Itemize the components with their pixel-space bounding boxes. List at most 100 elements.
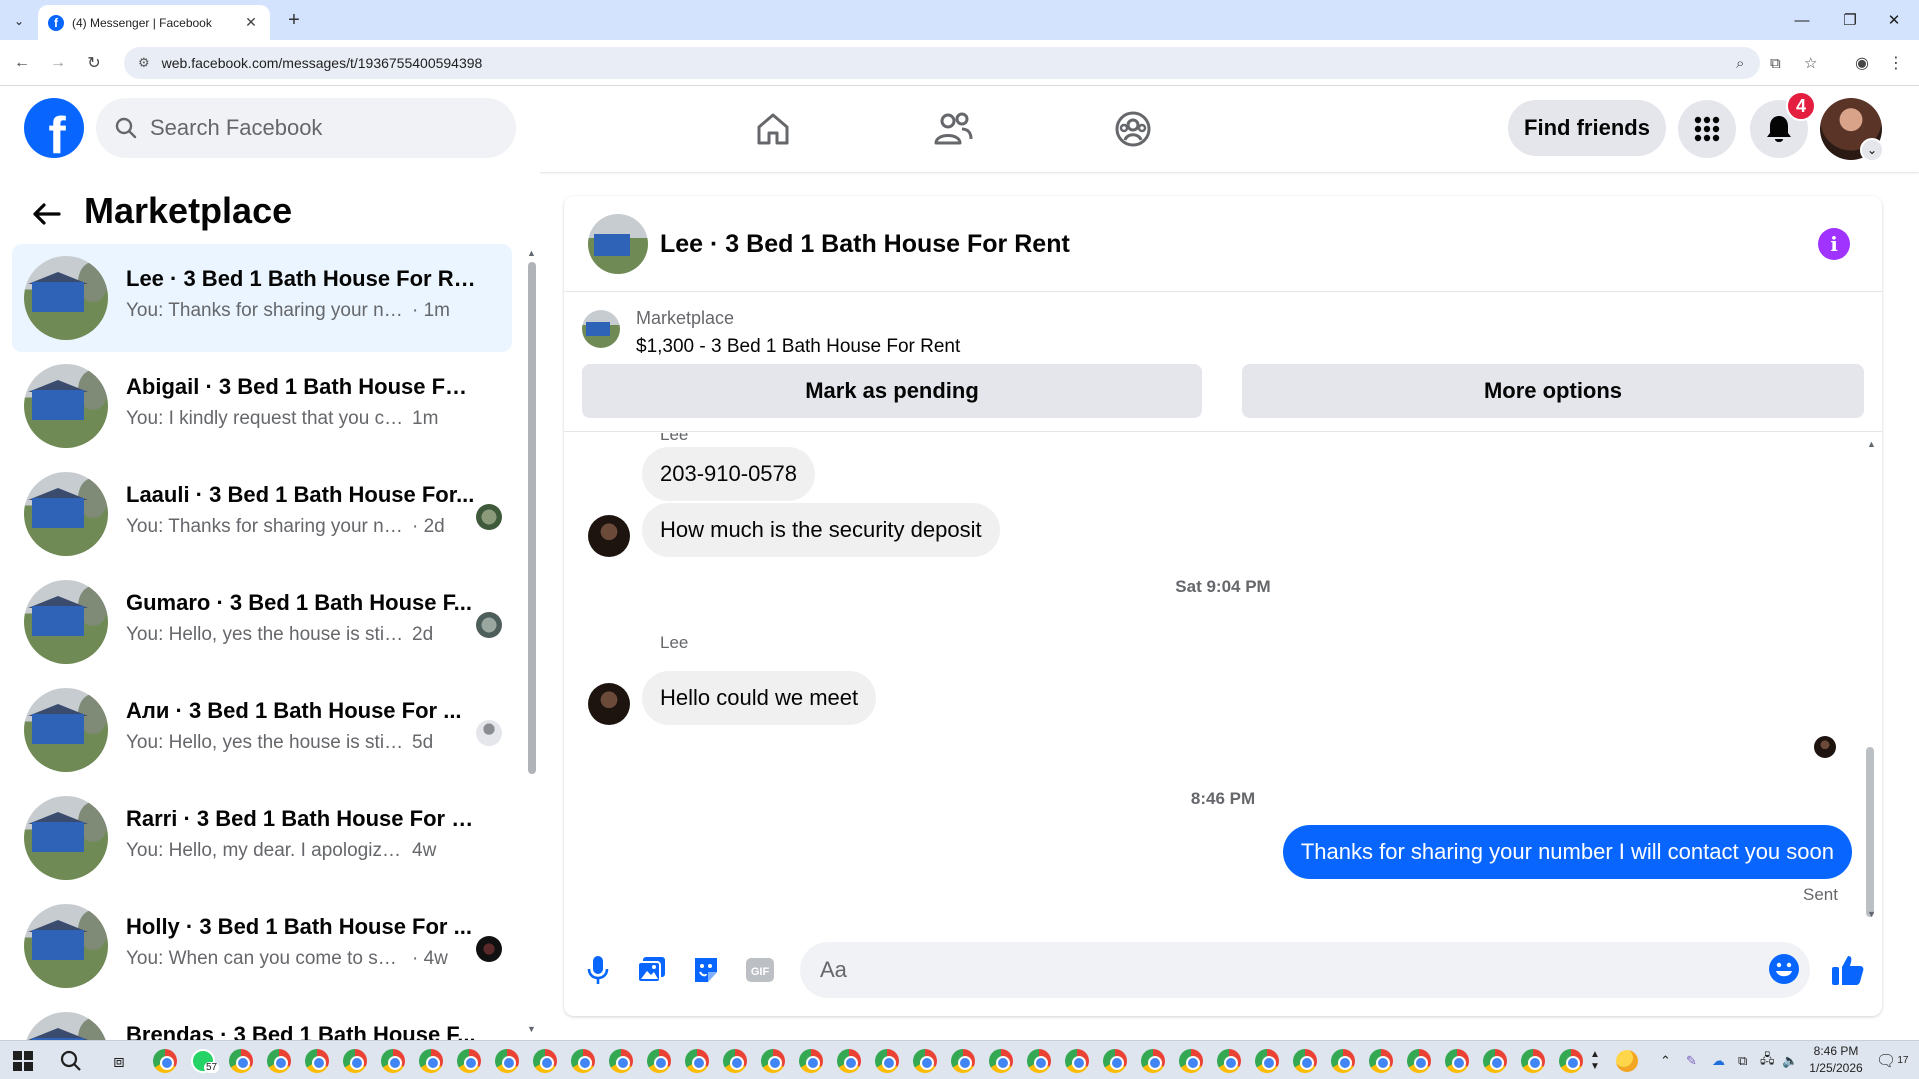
message-bubble[interactable]: Hello could we meet <box>642 671 877 725</box>
message-input-box[interactable] <box>800 942 1810 998</box>
photo-gallery-icon[interactable] <box>632 950 672 990</box>
volume-icon[interactable]: 🔈 <box>1782 1041 1798 1079</box>
chrome-icon[interactable] <box>228 1048 254 1074</box>
facebook-logo-icon[interactable]: f <box>24 98 84 158</box>
home-icon[interactable] <box>750 106 796 152</box>
chrome-icon[interactable] <box>1520 1048 1546 1074</box>
notification-center-icon[interactable]: 🗨 17 <box>1876 1041 1908 1079</box>
chrome-icon[interactable] <box>684 1048 710 1074</box>
window-close-icon[interactable]: ✕ <box>1874 8 1914 32</box>
reload-icon[interactable]: ↻ <box>82 51 106 75</box>
task-view-icon[interactable]: ⧈ <box>106 1048 132 1074</box>
account-chevron-down-icon[interactable]: ⌄ <box>1860 138 1884 162</box>
chrome-icon[interactable] <box>1254 1048 1280 1074</box>
chrome-icon[interactable] <box>836 1048 862 1074</box>
restore-icon[interactable]: ❐ <box>1830 8 1870 32</box>
pen-icon[interactable]: ✎ <box>1686 1041 1697 1079</box>
friends-icon[interactable] <box>930 106 976 152</box>
chrome-icon[interactable] <box>342 1048 368 1074</box>
tab-close-icon[interactable]: ✕ <box>242 14 260 31</box>
facebook-search-box[interactable] <box>96 98 516 158</box>
thumbs-up-icon[interactable] <box>1828 950 1868 990</box>
show-hidden-icons-icon[interactable]: ⌃ <box>1660 1041 1671 1079</box>
taskbar-clock[interactable]: 8:46 PM 1/25/2026 <box>1806 1043 1866 1077</box>
chat-scroll-down-icon[interactable]: ▼ <box>1867 909 1876 919</box>
chrome-icon[interactable] <box>1178 1048 1204 1074</box>
chrome-icon[interactable] <box>1216 1048 1242 1074</box>
find-friends-button[interactable]: Find friends <box>1508 100 1666 156</box>
bookmark-star-icon[interactable]: ☆ <box>1804 47 1817 79</box>
chrome-icon[interactable] <box>152 1048 178 1074</box>
scroll-up-icon[interactable]: ▲ <box>527 248 536 258</box>
chrome-icon[interactable] <box>1482 1048 1508 1074</box>
chrome-icon[interactable] <box>646 1048 672 1074</box>
forward-icon[interactable]: → <box>46 51 70 75</box>
message-bubble[interactable]: 203-910-0578 <box>642 447 816 501</box>
onedrive-cloud-icon[interactable]: ☁ <box>1712 1041 1725 1079</box>
chrome-icon[interactable] <box>912 1048 938 1074</box>
zoom-icon[interactable]: ⌕ <box>1736 47 1744 79</box>
chrome-icon[interactable] <box>1026 1048 1052 1074</box>
minimize-icon[interactable]: — <box>1782 8 1822 32</box>
conversation-item[interactable]: Laauli · 3 Bed 1 Bath House For... You: … <box>12 460 512 568</box>
chat-title[interactable]: Lee · 3 Bed 1 Bath House For Rent <box>660 230 1070 259</box>
chrome-icon[interactable] <box>532 1048 558 1074</box>
chrome-icon[interactable] <box>380 1048 406 1074</box>
chrome-icon[interactable] <box>798 1048 824 1074</box>
message-input[interactable] <box>820 957 1720 983</box>
chrome-icon[interactable] <box>494 1048 520 1074</box>
taskbar-overflow-chevron-icon[interactable]: ▲ ▼ <box>1590 1041 1600 1079</box>
scroll-down-icon[interactable]: ▼ <box>527 1024 536 1034</box>
browser-menu-icon[interactable]: ⋮ <box>1884 51 1908 75</box>
chat-scroll-up-icon[interactable]: ▲ <box>1867 439 1876 449</box>
gif-icon[interactable]: GIF <box>740 950 780 990</box>
weather-icon[interactable] <box>1614 1048 1640 1074</box>
device-icon[interactable]: ⧉ <box>1738 1041 1747 1079</box>
taskbar-search-icon[interactable] <box>58 1048 84 1074</box>
more-options-button[interactable]: More options <box>1242 364 1864 418</box>
chrome-icon[interactable] <box>1444 1048 1470 1074</box>
profile-icon[interactable]: ◉ <box>1850 51 1874 75</box>
chrome-icon[interactable] <box>950 1048 976 1074</box>
chrome-icon[interactable] <box>266 1048 292 1074</box>
browser-tab[interactable]: f (4) Messenger | Facebook ✕ <box>38 5 270 40</box>
conversation-item[interactable]: Gumaro · 3 Bed 1 Bath House F... You: He… <box>12 568 512 676</box>
listing-thumbnail[interactable] <box>582 310 620 348</box>
microphone-icon[interactable] <box>578 950 618 990</box>
sticker-icon[interactable] <box>686 950 726 990</box>
conversation-item[interactable]: Abigail · 3 Bed 1 Bath House For ... You… <box>12 352 512 460</box>
back-arrow-icon[interactable] <box>26 194 66 234</box>
chrome-icon[interactable] <box>456 1048 482 1074</box>
site-settings-icon[interactable]: ⚙ <box>138 55 150 71</box>
sender-avatar[interactable] <box>588 683 630 725</box>
back-icon[interactable]: ← <box>10 51 34 75</box>
chrome-icon[interactable] <box>760 1048 786 1074</box>
chat-listing-avatar[interactable] <box>588 214 648 274</box>
chrome-icon[interactable] <box>570 1048 596 1074</box>
groups-icon[interactable] <box>1110 106 1156 152</box>
chrome-icon[interactable] <box>722 1048 748 1074</box>
conversation-item[interactable]: Holly · 3 Bed 1 Bath House For ... You: … <box>12 892 512 1000</box>
search-input[interactable] <box>150 115 450 141</box>
install-app-icon[interactable]: ⧉ <box>1770 47 1781 79</box>
menu-grid-icon[interactable] <box>1678 100 1736 158</box>
mark-as-pending-button[interactable]: Mark as pending <box>582 364 1202 418</box>
network-icon[interactable]: 🖧 <box>1760 1041 1775 1079</box>
conversation-item[interactable]: Lee · 3 Bed 1 Bath House For Rent You: T… <box>12 244 512 352</box>
chrome-icon[interactable] <box>1292 1048 1318 1074</box>
chrome-icon[interactable] <box>1102 1048 1128 1074</box>
outgoing-message-bubble[interactable]: Thanks for sharing your number I will co… <box>1282 825 1852 879</box>
chat-scrollbar[interactable] <box>1866 747 1874 917</box>
conversation-item[interactable]: Brendas · 3 Bed 1 Bath House F... <box>12 1000 512 1040</box>
new-tab-plus-icon[interactable]: + <box>282 8 306 32</box>
chrome-icon[interactable] <box>608 1048 634 1074</box>
info-icon[interactable]: i <box>1818 228 1850 260</box>
chrome-icon[interactable] <box>1064 1048 1090 1074</box>
chrome-icon[interactable] <box>1140 1048 1166 1074</box>
omnibox[interactable]: ⚙ web.facebook.com/messages/t/1936755400… <box>124 47 1817 79</box>
chrome-icon[interactable] <box>1558 1048 1584 1074</box>
chrome-icon[interactable] <box>304 1048 330 1074</box>
sender-avatar[interactable] <box>588 515 630 557</box>
chrome-icon[interactable] <box>1406 1048 1432 1074</box>
chrome-icon[interactable] <box>418 1048 444 1074</box>
